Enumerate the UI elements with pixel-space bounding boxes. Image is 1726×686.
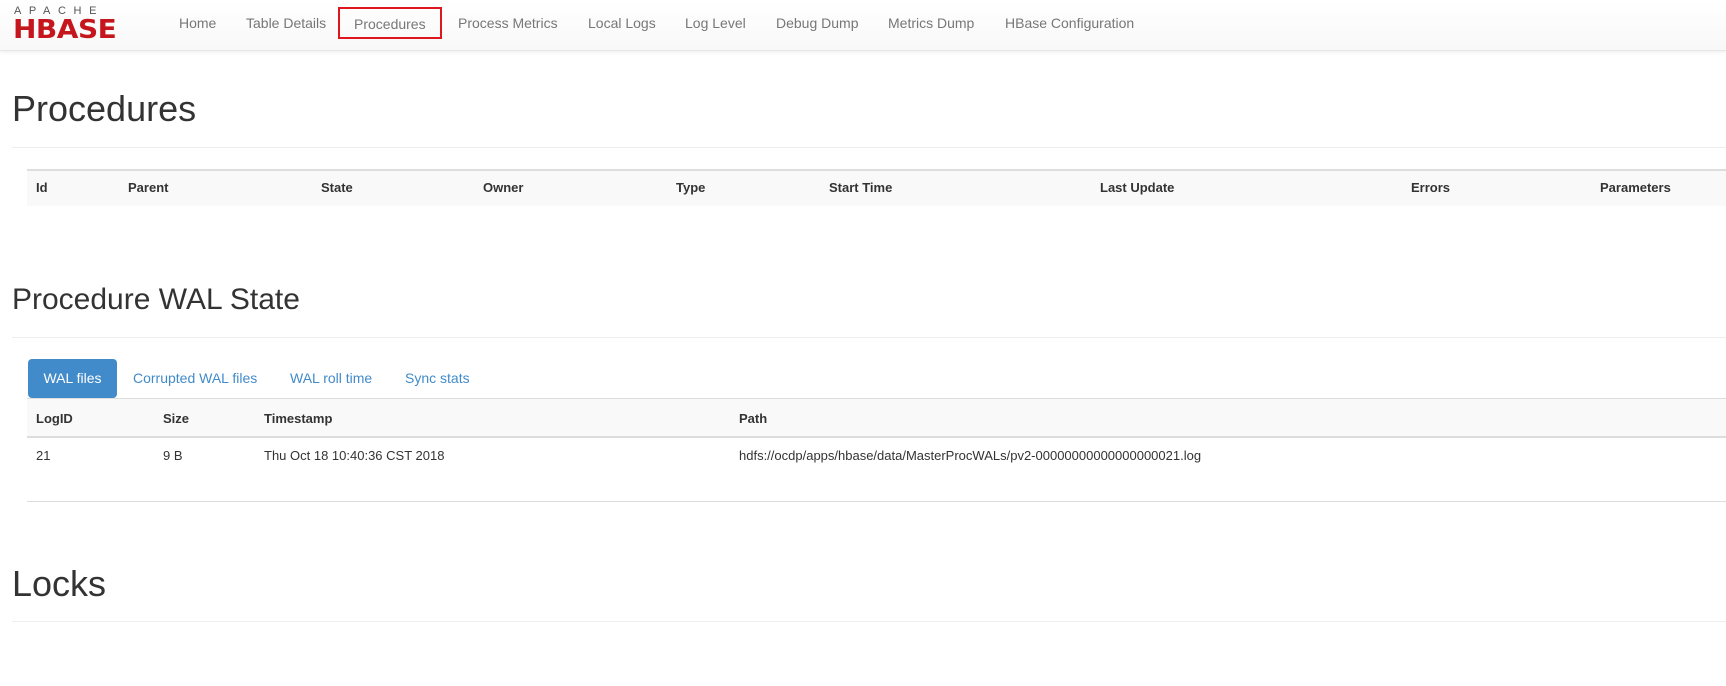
nav-log-level[interactable]: Log Level [685, 0, 746, 46]
col-logid: LogID [36, 411, 73, 426]
tab-wal-files[interactable]: WAL files [28, 359, 117, 398]
tab-sync-stats[interactable]: Sync stats [405, 370, 470, 386]
nav-home[interactable]: Home [179, 0, 216, 46]
nav-procedures[interactable]: Procedures [338, 7, 442, 39]
cell-logid: 21 [36, 448, 51, 463]
wal-state-title: Procedure WAL State [12, 283, 300, 316]
locks-title: Locks [12, 563, 107, 604]
tab-wal-roll-time[interactable]: WAL roll time [290, 370, 372, 386]
hbase-logo[interactable]: APACHE HBASE [13, 5, 137, 44]
cell-timestamp: Thu Oct 18 10:40:36 CST 2018 [264, 448, 445, 463]
cell-size: 9 B [163, 448, 183, 463]
nav-table-details[interactable]: Table Details [246, 0, 326, 46]
divider [12, 621, 1726, 622]
divider [12, 147, 1726, 148]
col-errors: Errors [1411, 180, 1451, 195]
top-navbar: APACHE HBASE Home Table Details Procedur… [0, 0, 1726, 51]
divider [12, 337, 1726, 338]
cell-path: hdfs://ocdp/apps/hbase/data/MasterProcWA… [739, 448, 1202, 463]
tab-corrupted-wal-files[interactable]: Corrupted WAL files [133, 370, 257, 386]
col-state: State [321, 180, 353, 195]
col-size: Size [163, 411, 190, 426]
col-start-time: Start Time [829, 180, 893, 195]
col-path: Path [739, 411, 768, 426]
col-owner: Owner [483, 180, 524, 195]
nav-local-logs[interactable]: Local Logs [588, 0, 656, 46]
logo-hbase-text: HBASE [13, 14, 117, 45]
col-parent: Parent [128, 180, 169, 195]
nav-metrics-dump[interactable]: Metrics Dump [888, 0, 974, 46]
col-timestamp: Timestamp [264, 411, 333, 426]
col-parameters: Parameters [1600, 180, 1671, 195]
procedures-title: Procedures [12, 88, 197, 129]
nav-hbase-configuration[interactable]: HBase Configuration [1005, 0, 1134, 46]
nav-process-metrics[interactable]: Process Metrics [458, 0, 558, 46]
table-bottom-border [27, 501, 1726, 502]
col-type: Type [676, 180, 706, 195]
col-last-update: Last Update [1100, 180, 1175, 195]
col-id: Id [36, 180, 48, 195]
nav-debug-dump[interactable]: Debug Dump [776, 0, 859, 46]
